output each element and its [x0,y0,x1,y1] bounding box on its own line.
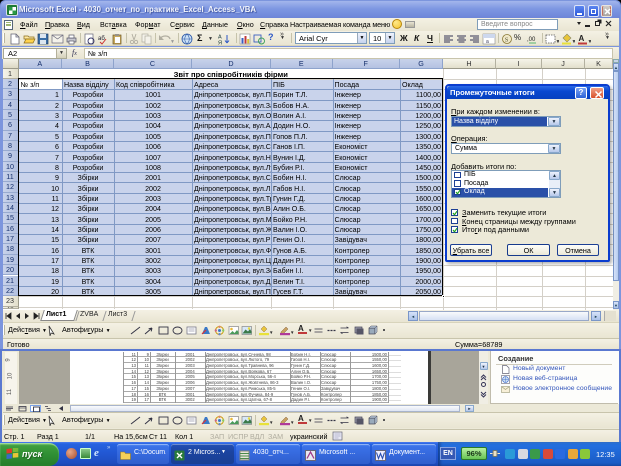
svg-text:S: S [505,36,509,43]
svg-text:А: А [579,34,585,43]
svg-text:▼: ▼ [170,39,174,45]
svg-text:▼: ▼ [290,330,294,335]
svg-text:▼: ▼ [572,39,576,45]
svg-text:а: а [486,39,489,45]
svg-text:▼: ▼ [556,39,560,45]
svg-text:▼: ▼ [269,330,273,335]
svg-text:▼: ▼ [588,39,592,45]
svg-text:▼: ▼ [290,420,294,425]
svg-text:Я: Я [218,40,222,45]
svg-text:,00: ,00 [527,37,536,43]
svg-text:▼: ▼ [269,420,273,425]
